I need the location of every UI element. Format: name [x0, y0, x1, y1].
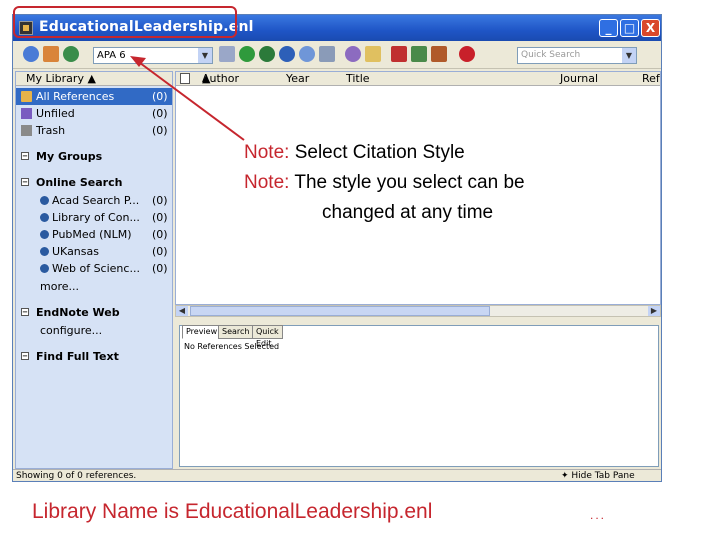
library-name-caption: Library Name is EducationalLeadership.en… — [32, 500, 433, 523]
search-globe-icon — [40, 213, 49, 222]
endnote-window: EducationalLeadership.enl _ □ X APA 6 ▼ — [12, 14, 662, 482]
tab-quick-edit[interactable]: Quick Edit — [252, 325, 283, 348]
integrated-mode-icon[interactable] — [63, 46, 79, 62]
library-name-highlight — [13, 6, 237, 38]
column-ref[interactable]: Ref — [642, 72, 660, 85]
quick-search-input[interactable]: Quick Search ▼ — [517, 47, 637, 64]
column-journal[interactable]: Journal — [560, 72, 598, 85]
unfiled-icon — [21, 108, 32, 119]
find-full-text-icon[interactable] — [391, 46, 407, 62]
citation-style-select[interactable]: APA 6 ▼ — [93, 47, 213, 64]
all-references-item[interactable]: All References (0) — [16, 88, 172, 105]
download-icon[interactable] — [279, 46, 295, 62]
status-bar: Showing 0 of 0 references. ✦ Hide Tab Pa… — [13, 469, 661, 481]
column-header-row: Author ▲ Year Title Journal Ref — [176, 72, 660, 86]
attachment-icon[interactable] — [180, 73, 190, 84]
citation-style-value: APA 6 — [97, 50, 126, 61]
trash-icon — [21, 125, 32, 136]
collapse-icon[interactable]: − — [21, 152, 29, 160]
column-author[interactable]: Author ▲ — [202, 72, 239, 85]
unfiled-item[interactable]: Unfiled (0) — [16, 105, 172, 122]
my-library-header[interactable]: My Library ▲ — [16, 72, 172, 86]
note-style-changeable-continued: changed at any time — [322, 202, 494, 223]
endnote-web-header[interactable]: − EndNote Web — [16, 304, 172, 321]
word-plugin-icon[interactable] — [431, 46, 447, 62]
search-globe-icon — [40, 230, 49, 239]
open-folder-icon[interactable] — [365, 46, 381, 62]
status-text: Showing 0 of 0 references. — [16, 471, 137, 481]
find-reference-icon[interactable] — [259, 46, 275, 62]
preview-pane: Preview Search Quick Edit No References … — [179, 325, 659, 467]
toolbar: APA 6 ▼ Quick Search ▼ — [13, 41, 661, 69]
online-search-item[interactable]: Web of Scienc... (0) — [16, 260, 172, 277]
note-style-changeable: Note: The style you select can be — [244, 172, 525, 193]
online-search-mode-icon[interactable] — [43, 46, 59, 62]
insert-citation-icon[interactable] — [219, 46, 235, 62]
chevron-down-icon[interactable]: ▼ — [622, 48, 636, 63]
library-book-icon — [21, 91, 32, 102]
export-icon[interactable] — [411, 46, 427, 62]
collapse-icon[interactable]: − — [21, 308, 29, 316]
collapse-icon[interactable]: − — [21, 352, 29, 360]
horizontal-scrollbar[interactable]: ◀ ▶ — [175, 305, 661, 317]
find-full-text-header[interactable]: − Find Full Text — [16, 348, 172, 365]
quick-search-placeholder: Quick Search — [521, 50, 581, 60]
online-search-item[interactable]: Acad Search P... (0) — [16, 192, 172, 209]
configure-link[interactable]: configure... — [16, 322, 172, 339]
online-search-item[interactable]: PubMed (NLM) (0) — [16, 226, 172, 243]
my-groups-header[interactable]: − My Groups — [16, 148, 172, 165]
new-reference-icon[interactable] — [239, 46, 255, 62]
collapse-icon[interactable]: − — [21, 178, 29, 186]
column-year[interactable]: Year — [286, 72, 309, 85]
online-search-item[interactable]: UKansas (0) — [16, 243, 172, 260]
sync-icon[interactable] — [319, 46, 335, 62]
chevron-left-icon[interactable]: ◀ — [176, 306, 188, 316]
groups-pane: My Library ▲ All References (0) Unfiled … — [15, 71, 173, 469]
search-globe-icon — [40, 247, 49, 256]
local-library-mode-icon[interactable] — [23, 46, 39, 62]
chevron-down-icon[interactable]: ▼ — [198, 48, 212, 63]
more-online-search-link[interactable]: more... — [16, 278, 172, 295]
help-icon[interactable] — [459, 46, 475, 62]
close-button[interactable]: X — [641, 19, 660, 37]
upload-icon[interactable] — [299, 46, 315, 62]
tab-search[interactable]: Search — [218, 325, 254, 339]
online-search-header[interactable]: − Online Search — [16, 174, 172, 191]
preview-text: No References Selected — [184, 342, 280, 351]
scroll-thumb[interactable] — [190, 306, 490, 316]
chevron-right-icon[interactable]: ▶ — [648, 306, 660, 316]
slide: EducationalLeadership.enl _ □ X APA 6 ▼ — [0, 0, 728, 546]
online-search-item[interactable]: Library of Con... (0) — [16, 209, 172, 226]
format-bibliography-icon[interactable] — [345, 46, 361, 62]
note-select-citation-style: Note: Select Citation Style — [244, 142, 465, 163]
search-globe-icon — [40, 264, 49, 273]
tab-preview[interactable]: Preview — [182, 325, 222, 339]
search-globe-icon — [40, 196, 49, 205]
minimize-button[interactable]: _ — [599, 19, 618, 37]
maximize-button[interactable]: □ — [620, 19, 639, 37]
trash-item[interactable]: Trash (0) — [16, 122, 172, 139]
hide-tab-pane-button[interactable]: ✦ Hide Tab Pane — [561, 470, 635, 481]
caption-ellipsis: ... — [590, 508, 607, 522]
column-title[interactable]: Title — [346, 72, 370, 85]
